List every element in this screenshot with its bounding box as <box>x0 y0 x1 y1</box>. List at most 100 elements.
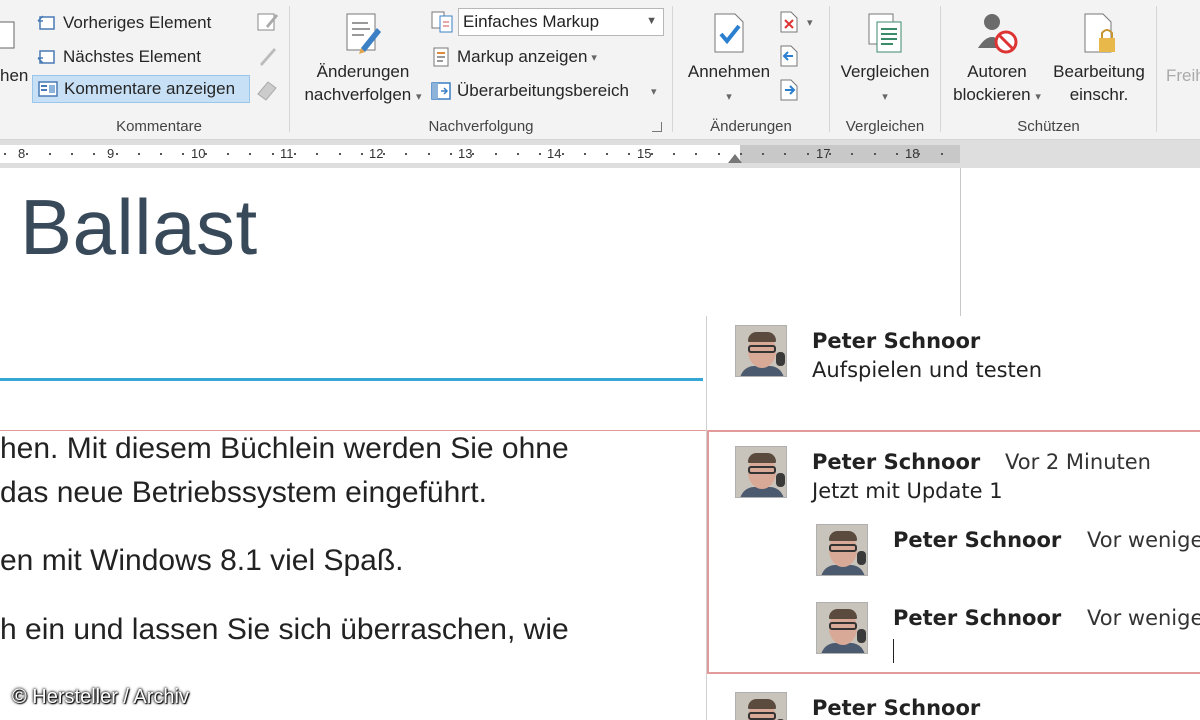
dialog-launcher-icon[interactable] <box>652 122 662 132</box>
block-authors-icon <box>978 14 1018 54</box>
ruler-tick <box>562 153 564 155</box>
next-change-icon[interactable] <box>777 78 801 102</box>
paragraph-line[interactable]: en mit Windows 8.1 viel Spaß. <box>0 544 404 578</box>
ruler-tick <box>294 153 296 155</box>
restrict-editing-button[interactable]: Bearbeitung einschr. <box>1047 10 1151 106</box>
comment-author: Peter Schnoor <box>812 450 981 474</box>
partial-button-label[interactable]: hen <box>0 64 28 87</box>
chevron-down-icon: ▾ <box>651 85 657 98</box>
ruler-tick <box>49 153 51 155</box>
comment-author: Peter Schnoor <box>812 696 981 720</box>
ruler-number: 11 <box>280 146 294 161</box>
ruler-number: 13 <box>458 146 473 161</box>
document-heading[interactable]: Ballast <box>20 182 258 273</box>
pen-icon[interactable] <box>256 44 280 68</box>
eraser-icon[interactable] <box>254 78 280 102</box>
ruler-tick <box>450 153 452 155</box>
block-authors-label-1: Autoren <box>967 62 1027 81</box>
comment-text[interactable]: Aufspielen und testen <box>812 358 1042 382</box>
comment-author: Peter Schnoor <box>893 528 1062 552</box>
comment-time: Vor 2 Minuten <box>1005 450 1151 474</box>
ruler-tick <box>205 153 207 155</box>
paragraph-line[interactable]: das neue Betriebssystem eingeführt. <box>0 476 487 510</box>
ruler-tick <box>539 153 541 155</box>
ribbon-group-compare: Vergleichen ▾ Vergleichen <box>830 0 940 140</box>
ruler-tick <box>383 153 385 155</box>
chevron-down-icon: ▾ <box>591 51 597 64</box>
comment-anchor-line <box>0 430 707 431</box>
ruler-tick <box>472 153 474 155</box>
reject-icon[interactable] <box>777 10 801 34</box>
restrict-editing-label-1: Bearbeitung <box>1053 62 1145 81</box>
comments-group-label: Kommentare <box>116 118 202 135</box>
next-comment-button[interactable]: Nächstes Element <box>36 43 201 71</box>
compare-icon <box>868 13 902 53</box>
previous-comment-button[interactable]: Vorheriges Element <box>36 9 211 37</box>
indent-marker-icon[interactable] <box>728 154 742 163</box>
ruler-tick <box>807 153 809 155</box>
chevron-down-icon: ▼ <box>646 15 657 27</box>
ruler-tick <box>272 153 274 155</box>
previous-comment-label: Vorheriges Element <box>63 13 212 32</box>
show-markup-icon <box>433 47 449 67</box>
ruler-tick <box>628 153 630 155</box>
protect-group-label: Schützen <box>1017 118 1080 135</box>
track-changes-button[interactable]: Änderungen nachverfolgen ▾ <box>298 10 428 109</box>
paragraph-line[interactable]: h ein und lassen Sie sich überraschen, w… <box>0 613 569 647</box>
paragraph-line[interactable]: hen. Mit diesem Büchlein werden Sie ohne <box>0 432 569 466</box>
partial-right-button-label[interactable]: Freih <box>1166 64 1200 87</box>
changes-group-label: Änderungen <box>710 118 792 135</box>
horizontal-ruler[interactable]: 8 9 10 11 12 13 14 15 17 18 <box>0 140 1200 168</box>
ruler-tick <box>495 153 497 155</box>
ruler-tick <box>651 153 653 155</box>
edit-comment-icon[interactable] <box>256 10 280 34</box>
avatar <box>735 325 787 377</box>
ruler-tick <box>405 153 407 155</box>
ribbon-group-partial-left: hen <box>0 0 30 140</box>
ruler-tick <box>584 153 586 155</box>
ruler-tick <box>339 153 341 155</box>
ruler-tick <box>896 153 898 155</box>
avatar <box>735 692 787 720</box>
chevron-down-icon[interactable]: ▾ <box>807 16 813 29</box>
ruler-number: 12 <box>369 146 384 161</box>
block-authors-label-2: blockieren <box>953 85 1031 104</box>
avatar <box>816 524 868 576</box>
ruler-tick <box>138 153 140 155</box>
show-markup-button[interactable]: Markup anzeigen ▾ <box>430 43 597 71</box>
heading-rule <box>0 378 703 381</box>
ruler-tick <box>673 153 675 155</box>
block-authors-button[interactable]: Autoren blockieren ▾ <box>945 10 1049 109</box>
ruler-tick <box>26 153 28 155</box>
markup-mode-value: Einfaches Markup <box>463 12 600 31</box>
avatar <box>816 602 868 654</box>
ruler-tick <box>784 153 786 155</box>
markup-mode-select[interactable]: Einfaches Markup ▼ <box>458 8 664 36</box>
ruler-tick <box>182 153 184 155</box>
review-pane-button[interactable]: Überarbeitungsbereich ▾ <box>430 77 657 105</box>
previous-comment-icon <box>37 15 55 30</box>
comment-text[interactable]: Jetzt mit Update 1 <box>812 479 1003 503</box>
ruler-tick <box>428 153 430 155</box>
accept-label: Annehmen <box>687 62 771 81</box>
page-edge <box>960 168 961 316</box>
ruler-tick <box>93 153 95 155</box>
image-credit: © Hersteller / Archiv <box>12 686 190 708</box>
show-comments-button[interactable]: Kommentare anzeigen <box>32 75 250 103</box>
accept-button[interactable]: Annehmen ▾ <box>679 10 779 109</box>
ribbon-group-comments: Vorheriges Element Nächstes Element Komm… <box>30 0 288 140</box>
ribbon-group-partial-right: Freih <box>1157 0 1200 140</box>
ruler-tick <box>517 153 519 155</box>
previous-change-icon[interactable] <box>777 44 801 68</box>
chevron-down-icon: ▾ <box>1035 91 1041 103</box>
ruler-number: 14 <box>547 146 562 161</box>
ruler-tick <box>361 153 363 155</box>
ruler-tick <box>874 153 876 155</box>
document-area[interactable]: Ballast hen. Mit diesem Büchlein werden … <box>0 168 1200 720</box>
ribbon: hen Vorheriges Element Nächstes Element … <box>0 0 1200 140</box>
ruler-tick <box>227 153 229 155</box>
tracking-group-label: Nachverfolgung <box>428 118 534 135</box>
comment-author: Peter Schnoor <box>893 606 1062 630</box>
comment-time: Vor wenige <box>1087 606 1200 630</box>
compare-button[interactable]: Vergleichen ▾ <box>830 10 940 109</box>
